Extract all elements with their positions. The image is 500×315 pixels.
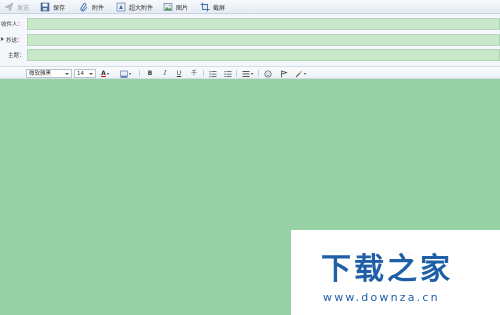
magic-wand-icon [295,70,303,77]
font-size-value: 14 [77,70,84,77]
font-family-value: 微软雅黑 [29,70,52,77]
align-icon [242,70,250,77]
chevron-down-icon [251,72,253,75]
font-color-icon: A [101,70,106,77]
to-label: 收件人： [1,22,24,28]
divider [203,70,204,77]
divider [258,70,259,77]
background-color-button[interactable] [120,69,131,78]
watermark-title: 下载之家 [321,252,453,287]
attach-label: 附件 [92,4,105,12]
image-button[interactable]: 图片 [163,1,188,13]
send-button[interactable]: 发送 [4,1,29,13]
bold-button[interactable]: B [146,69,154,78]
chevron-down-icon [304,72,306,75]
send-label: 发送 [17,4,30,12]
attach-button[interactable]: 附件 [79,1,104,13]
subject-row: 主题： [0,49,500,62]
format-toolbar: 微软雅黑 14 A B I U 千 [0,66,500,79]
numbered-list-icon [209,70,217,77]
cc-label: 抄送： [6,38,23,44]
screenshot-button[interactable]: 截屏 [200,1,225,13]
screenshot-label: 截屏 [213,4,226,12]
expand-arrow-icon[interactable] [1,37,4,41]
subject-label: 主题： [8,53,25,59]
numbered-list-button[interactable] [209,69,217,78]
smiley-icon [264,69,272,78]
big-attach-button[interactable]: 超大附件 [116,1,153,13]
send-icon [4,2,14,12]
italic-button[interactable]: I [161,69,169,78]
chevron-down-icon [106,72,109,75]
site-watermark: 下载之家 www.downza.cn [291,230,500,315]
paperclip-icon [80,2,88,12]
cc-row: 抄送： [0,34,500,47]
more-tools-button[interactable] [295,69,306,78]
align-button[interactable] [242,69,253,78]
screenshot-icon [200,2,210,12]
underline-button[interactable]: U [175,69,183,78]
divider [236,70,237,77]
save-label: 保存 [53,4,66,12]
strikethrough-button[interactable]: 千 [190,69,198,78]
font-size-select[interactable]: 14 [74,68,96,78]
to-row: 收件人： [0,18,500,31]
bullet-list-button[interactable] [224,69,232,78]
highlight-icon [120,70,128,78]
font-color-button[interactable]: A [101,69,109,78]
chevron-down-icon [65,72,69,75]
divider [139,70,140,77]
big-attachment-icon [116,2,126,12]
message-header-fields: 收件人： 抄送： 主题： [0,14,500,66]
chevron-down-icon [129,72,131,75]
cc-field[interactable] [27,34,500,46]
flag-icon [281,69,288,77]
main-toolbar: 发送 保存 附件 超大附件 图片 截屏 [0,0,500,14]
to-field[interactable] [27,18,500,30]
subject-field[interactable] [27,49,500,61]
emoji-button[interactable] [264,69,272,78]
big-attach-label: 超大附件 [129,4,154,12]
image-label: 图片 [176,4,189,12]
save-icon [40,2,50,12]
chevron-down-icon [89,72,93,75]
bullet-list-icon [224,70,232,77]
picture-icon [163,3,173,11]
watermark-url: www.downza.cn [323,291,440,304]
font-family-select[interactable]: 微软雅黑 [26,68,72,78]
link-button[interactable] [280,69,288,78]
save-button[interactable]: 保存 [40,1,65,13]
